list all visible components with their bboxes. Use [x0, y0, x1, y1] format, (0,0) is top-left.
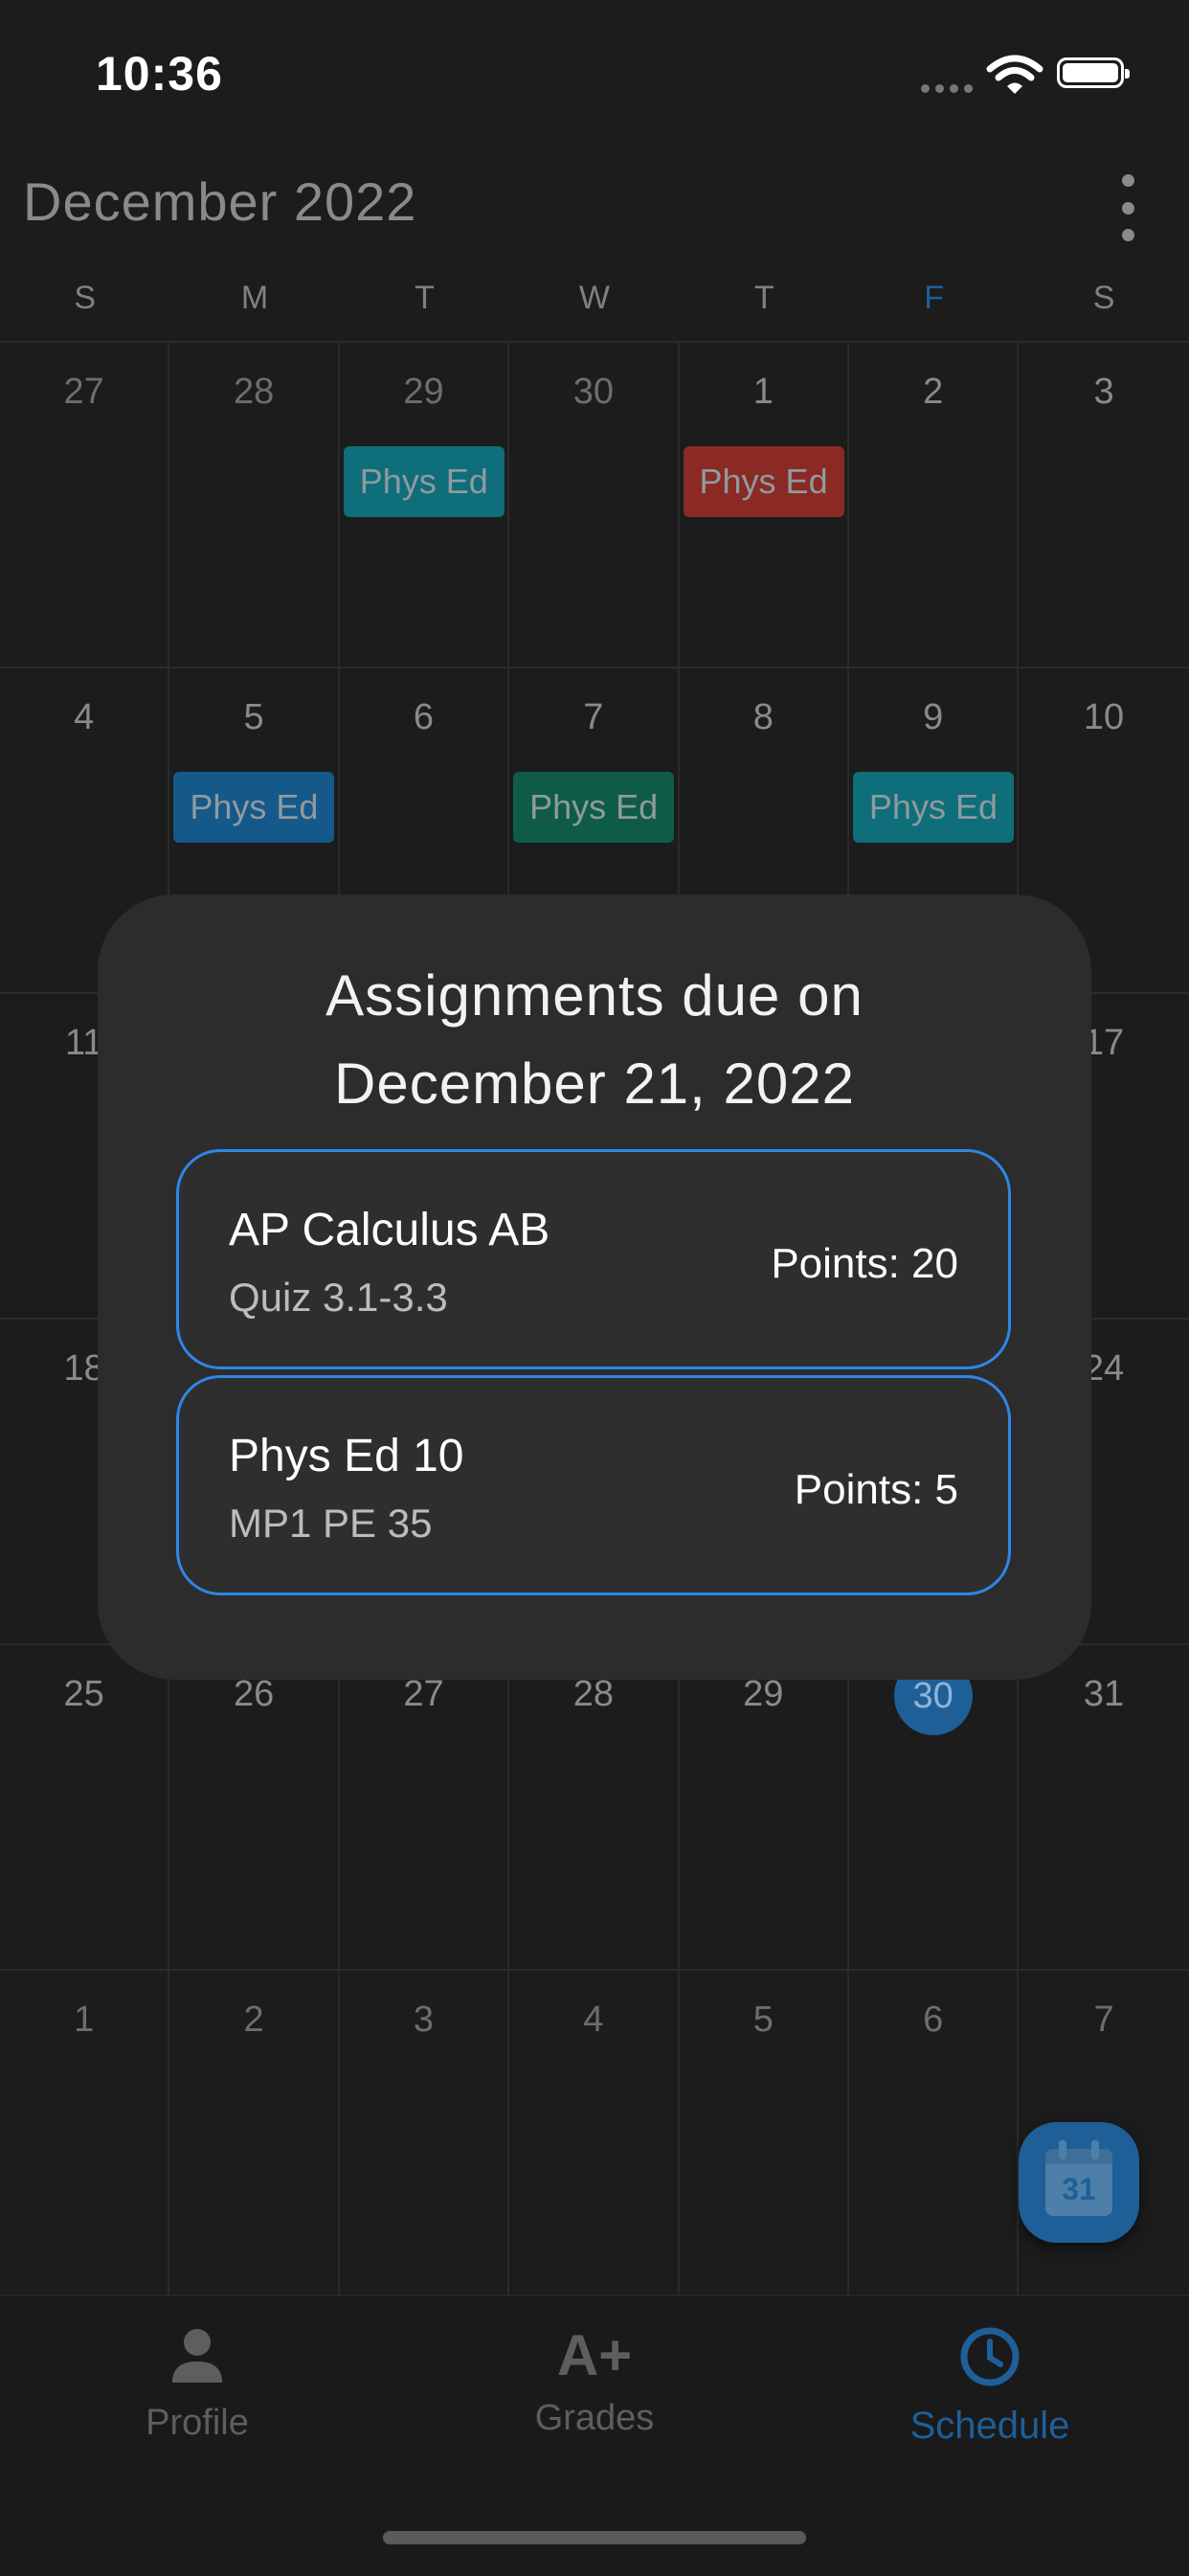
day-number: 1: [752, 372, 774, 412]
clock-icon: [960, 2327, 1020, 2386]
calendar-day-cell[interactable]: 1 Phys Ed: [680, 343, 849, 667]
assignment-course: AP Calculus AB: [229, 1205, 550, 1255]
weekday-label: T: [753, 280, 774, 316]
calendar-week-row: 1 2 3 4 5 6 7: [0, 1971, 1189, 2296]
assignment-points: Points: 5: [794, 1466, 958, 1513]
weekday-label: S: [1092, 280, 1115, 316]
month-title: December 2022: [23, 171, 417, 232]
calendar-day-cell[interactable]: 29 Phys Ed: [340, 343, 510, 667]
day-number: 29: [403, 372, 444, 412]
day-number: 7: [583, 697, 604, 737]
calendar-day-cell[interactable]: 2: [169, 1971, 340, 2294]
weekday-header: SMTWTFS: [0, 280, 1189, 329]
calendar-icon: 31: [1045, 2140, 1112, 2216]
weekday-label: T: [415, 280, 435, 316]
day-number: 29: [743, 1674, 784, 1714]
calendar-day-cell[interactable]: 31: [1019, 1645, 1188, 1969]
assignment-task: MP1 PE 35: [229, 1501, 433, 1546]
weekday-label: M: [240, 280, 269, 316]
calendar-day-cell[interactable]: 25: [0, 1645, 170, 1969]
assignment-points: Points: 20: [771, 1240, 958, 1287]
day-number: 26: [233, 1674, 275, 1714]
day-number: 30: [572, 372, 614, 412]
status-bar: 10:36: [0, 0, 1189, 144]
dialog-title: Assignments due on December 21, 2022: [98, 952, 1091, 1128]
nav-grades[interactable]: A+ Grades: [451, 2325, 738, 2439]
assignment-card[interactable]: AP Calculus AB Quiz 3.1-3.3 Points: 20: [176, 1149, 1011, 1369]
grades-icon: A+: [556, 2323, 633, 2387]
day-number: 1: [74, 2000, 95, 2040]
calendar-event-chip[interactable]: Phys Ed: [513, 772, 675, 843]
nav-profile-label: Profile: [146, 2403, 249, 2443]
calendar-icon-date: 31: [1062, 2172, 1096, 2206]
battery-icon: [1057, 57, 1130, 88]
weekday-label: F: [924, 280, 945, 316]
today-calendar-button[interactable]: 31: [1019, 2122, 1139, 2243]
day-number: 28: [233, 372, 275, 412]
calendar-event-chip[interactable]: Phys Ed: [683, 446, 844, 517]
calendar-week-row: 27 28 29 Phys Ed 30 1 Phys Ed 2 3: [0, 343, 1189, 668]
calendar-day-cell[interactable]: 27: [340, 1645, 510, 1969]
day-number: 25: [63, 1674, 104, 1714]
day-number: 31: [1083, 1674, 1125, 1714]
dialog-title-line2: December 21, 2022: [334, 1051, 855, 1116]
nav-grades-label: Grades: [534, 2398, 655, 2438]
day-number: 10: [1083, 697, 1125, 737]
calendar-day-cell[interactable]: 27: [0, 343, 170, 667]
assignment-card[interactable]: Phys Ed 10 MP1 PE 35 Points: 5: [176, 1375, 1011, 1595]
day-number: 6: [413, 697, 435, 737]
assignment-course: Phys Ed 10: [229, 1431, 464, 1481]
wifi-icon: [986, 55, 1043, 94]
home-indicator: [383, 2531, 806, 2544]
dialog-title-line1: Assignments due on: [325, 963, 864, 1028]
day-number: 2: [923, 372, 944, 412]
calendar-day-cell[interactable]: 29: [680, 1645, 849, 1969]
day-number: 4: [583, 2000, 604, 2040]
day-number: 27: [63, 372, 104, 412]
day-number: 3: [1093, 372, 1114, 412]
app-screen: 10:36 December 2022 SMTWTFS 27 28 29 Phys E…: [0, 0, 1189, 2576]
calendar-event-chip[interactable]: Phys Ed: [173, 772, 335, 843]
calendar-day-cell[interactable]: 6: [849, 1971, 1020, 2294]
calendar-event-chip[interactable]: Phys Ed: [852, 772, 1014, 843]
calendar-day-cell[interactable]: 2: [849, 343, 1020, 667]
weekday-label: W: [578, 280, 610, 316]
day-number: 3: [413, 2000, 435, 2040]
status-time: 10:36: [96, 47, 223, 101]
calendar-event-chip[interactable]: Phys Ed: [343, 446, 505, 517]
calendar-day-cell[interactable]: 3: [340, 1971, 510, 2294]
calendar-day-cell[interactable]: 30: [509, 343, 680, 667]
person-icon: [172, 2329, 222, 2383]
day-number: 27: [403, 1674, 444, 1714]
day-number: 7: [1093, 2000, 1114, 2040]
more-options-icon[interactable]: [1110, 174, 1145, 241]
calendar-day-cell[interactable]: 3: [1019, 343, 1188, 667]
nav-schedule-label: Schedule: [909, 2405, 1070, 2447]
calendar-day-cell[interactable]: 28: [509, 1645, 680, 1969]
day-number: 2: [243, 2000, 264, 2040]
day-number: 5: [752, 2000, 774, 2040]
assignment-task: Quiz 3.1-3.3: [229, 1275, 448, 1320]
calendar-day-cell[interactable]: 4: [509, 1971, 680, 2294]
nav-schedule[interactable]: Schedule: [846, 2325, 1133, 2448]
day-number: 4: [74, 697, 95, 737]
calendar-week-row: 25 26 27 28 29 30 31: [0, 1645, 1189, 1971]
calendar-day-cell[interactable]: 1: [0, 1971, 170, 2294]
calendar-day-cell[interactable]: 26: [169, 1645, 340, 1969]
calendar-day-cell[interactable]: 30: [849, 1645, 1020, 1969]
cellular-signal-icon: [921, 84, 973, 93]
day-number: 9: [923, 697, 944, 737]
day-number: 8: [752, 697, 774, 737]
day-number: 6: [923, 2000, 944, 2040]
day-number: 5: [243, 697, 264, 737]
assignments-dialog: Assignments due on December 21, 2022 AP …: [98, 894, 1091, 1680]
calendar-day-cell[interactable]: 5: [680, 1971, 849, 2294]
calendar-day-cell[interactable]: 28: [169, 343, 340, 667]
day-number: 28: [572, 1674, 614, 1714]
weekday-label: S: [74, 280, 97, 316]
nav-profile[interactable]: Profile: [54, 2325, 341, 2444]
